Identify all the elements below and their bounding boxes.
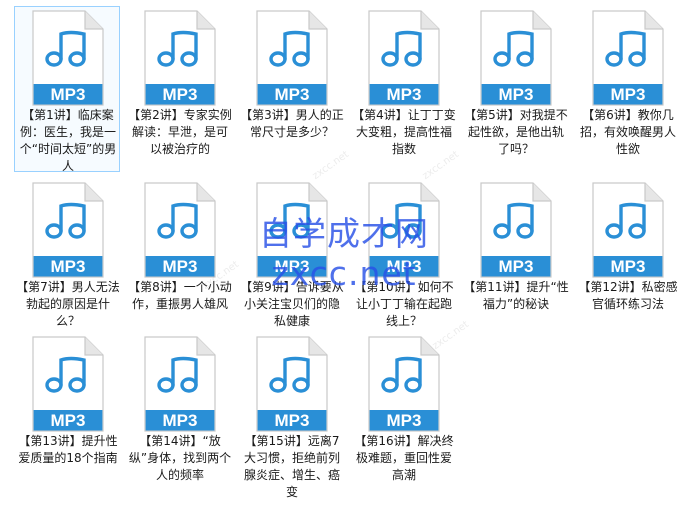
file-name: 【第7讲】男人无法勃起的原因是什么？ (16, 280, 120, 328)
file-type-label: MP3 (499, 257, 534, 276)
file-name: 【第1讲】临床案例：医生，我是一个“时间太短”的男人 (19, 108, 117, 173)
file-name: 【第13讲】提升性爱质量的18个指南 (18, 434, 118, 465)
mp3-file-icon: MP3 (592, 10, 664, 106)
file-type-label: MP3 (51, 85, 86, 104)
mp3-file-icon: MP3 (144, 336, 216, 432)
mp3-file-icon: MP3 (32, 336, 104, 432)
file-item[interactable]: MP3 【第8讲】一个小动作，重振男人雄风 (126, 178, 232, 344)
file-name: 【第14讲】“放纵”身体，找到两个人的频率 (128, 434, 232, 482)
file-item[interactable]: MP3 【第15讲】远离7大习惯，拒绝前列腺炎症、增生、癌变 (238, 332, 344, 499)
file-type-label: MP3 (163, 85, 198, 104)
file-type-label: MP3 (51, 257, 86, 276)
mp3-file-icon: MP3 (256, 182, 328, 278)
file-item[interactable]: MP3 【第16讲】解决终极难题，重回性爱高潮 (350, 332, 456, 498)
mp3-file-icon: MP3 (256, 336, 328, 432)
file-name: 【第6讲】教你几招，有效唤醒男人性欲 (579, 108, 676, 156)
file-item[interactable]: MP3 【第12讲】私密感官循环练习法 (574, 178, 680, 344)
file-item[interactable]: MP3 【第2讲】专家实例解读：早泄，是可以被治疗的 (126, 6, 232, 172)
mp3-file-icon: MP3 (32, 182, 104, 278)
mp3-file-icon: MP3 (368, 182, 440, 278)
file-name: 【第10讲】如何不让小丁丁输在起跑线上？ (354, 280, 454, 328)
file-name: 【第4讲】让丁丁变大变粗，提高性福指数 (352, 108, 456, 156)
file-type-label: MP3 (163, 257, 198, 276)
file-type-label: MP3 (51, 411, 86, 430)
file-item[interactable]: MP3 【第10讲】如何不让小丁丁输在起跑线上？ (350, 178, 456, 344)
mp3-file-icon: MP3 (32, 10, 104, 106)
file-name: 【第12讲】私密感官循环练习法 (578, 280, 678, 311)
file-type-label: MP3 (387, 85, 422, 104)
file-type-label: MP3 (275, 257, 310, 276)
mp3-file-icon: MP3 (368, 10, 440, 106)
file-item[interactable]: MP3 【第11讲】提升“性福力”的秘诀 (462, 178, 569, 344)
file-type-label: MP3 (499, 85, 534, 104)
file-item[interactable]: MP3 【第13讲】提升性爱质量的18个指南 (14, 332, 120, 498)
mp3-file-icon: MP3 (256, 10, 328, 106)
mp3-file-icon: MP3 (144, 10, 216, 106)
file-item[interactable]: MP3 【第1讲】临床案例：医生，我是一个“时间太短”的男人 (14, 6, 120, 173)
file-item[interactable]: MP3 【第3讲】男人的正常尺寸是多少？ (238, 6, 344, 172)
mp3-file-icon: MP3 (480, 182, 552, 278)
mp3-file-icon: MP3 (592, 182, 664, 278)
file-item[interactable]: MP3 【第4讲】让丁丁变大变粗，提高性福指数 (350, 6, 456, 172)
file-name: 【第11讲】提升“性福力”的秘诀 (463, 280, 569, 311)
file-type-label: MP3 (163, 411, 198, 430)
file-type-label: MP3 (611, 85, 646, 104)
file-type-label: MP3 (611, 257, 646, 276)
file-name: 【第3讲】男人的正常尺寸是多少？ (240, 108, 344, 139)
file-type-label: MP3 (387, 257, 422, 276)
file-type-label: MP3 (387, 411, 422, 430)
mp3-file-icon: MP3 (368, 336, 440, 432)
file-name: 【第16讲】解决终极难题，重回性爱高潮 (354, 434, 454, 482)
file-item[interactable]: MP3 【第9讲】告诉要从小关注宝贝们的隐私健康 (238, 178, 344, 344)
file-name: 【第15讲】远离7大习惯，拒绝前列腺炎症、增生、癌变 (243, 434, 340, 499)
mp3-file-icon: MP3 (144, 182, 216, 278)
file-name: 【第9讲】告诉要从小关注宝贝们的隐私健康 (240, 280, 344, 328)
file-item[interactable]: MP3 【第5讲】对我提不起性欲，是他出轨了吗？ (462, 6, 568, 172)
file-type-label: MP3 (275, 85, 310, 104)
file-item[interactable]: MP3 【第6讲】教你几招，有效唤醒男人性欲 (574, 6, 680, 172)
file-name: 【第5讲】对我提不起性欲，是他出轨了吗？ (464, 108, 568, 156)
file-item[interactable]: MP3 【第7讲】男人无法勃起的原因是什么？ (14, 178, 120, 344)
file-name: 【第8讲】一个小动作，重振男人雄风 (128, 280, 232, 311)
file-item[interactable]: MP3 【第14讲】“放纵”身体，找到两个人的频率 (126, 332, 232, 498)
file-type-label: MP3 (275, 411, 310, 430)
file-name: 【第2讲】专家实例解读：早泄，是可以被治疗的 (128, 108, 232, 156)
mp3-file-icon: MP3 (480, 10, 552, 106)
